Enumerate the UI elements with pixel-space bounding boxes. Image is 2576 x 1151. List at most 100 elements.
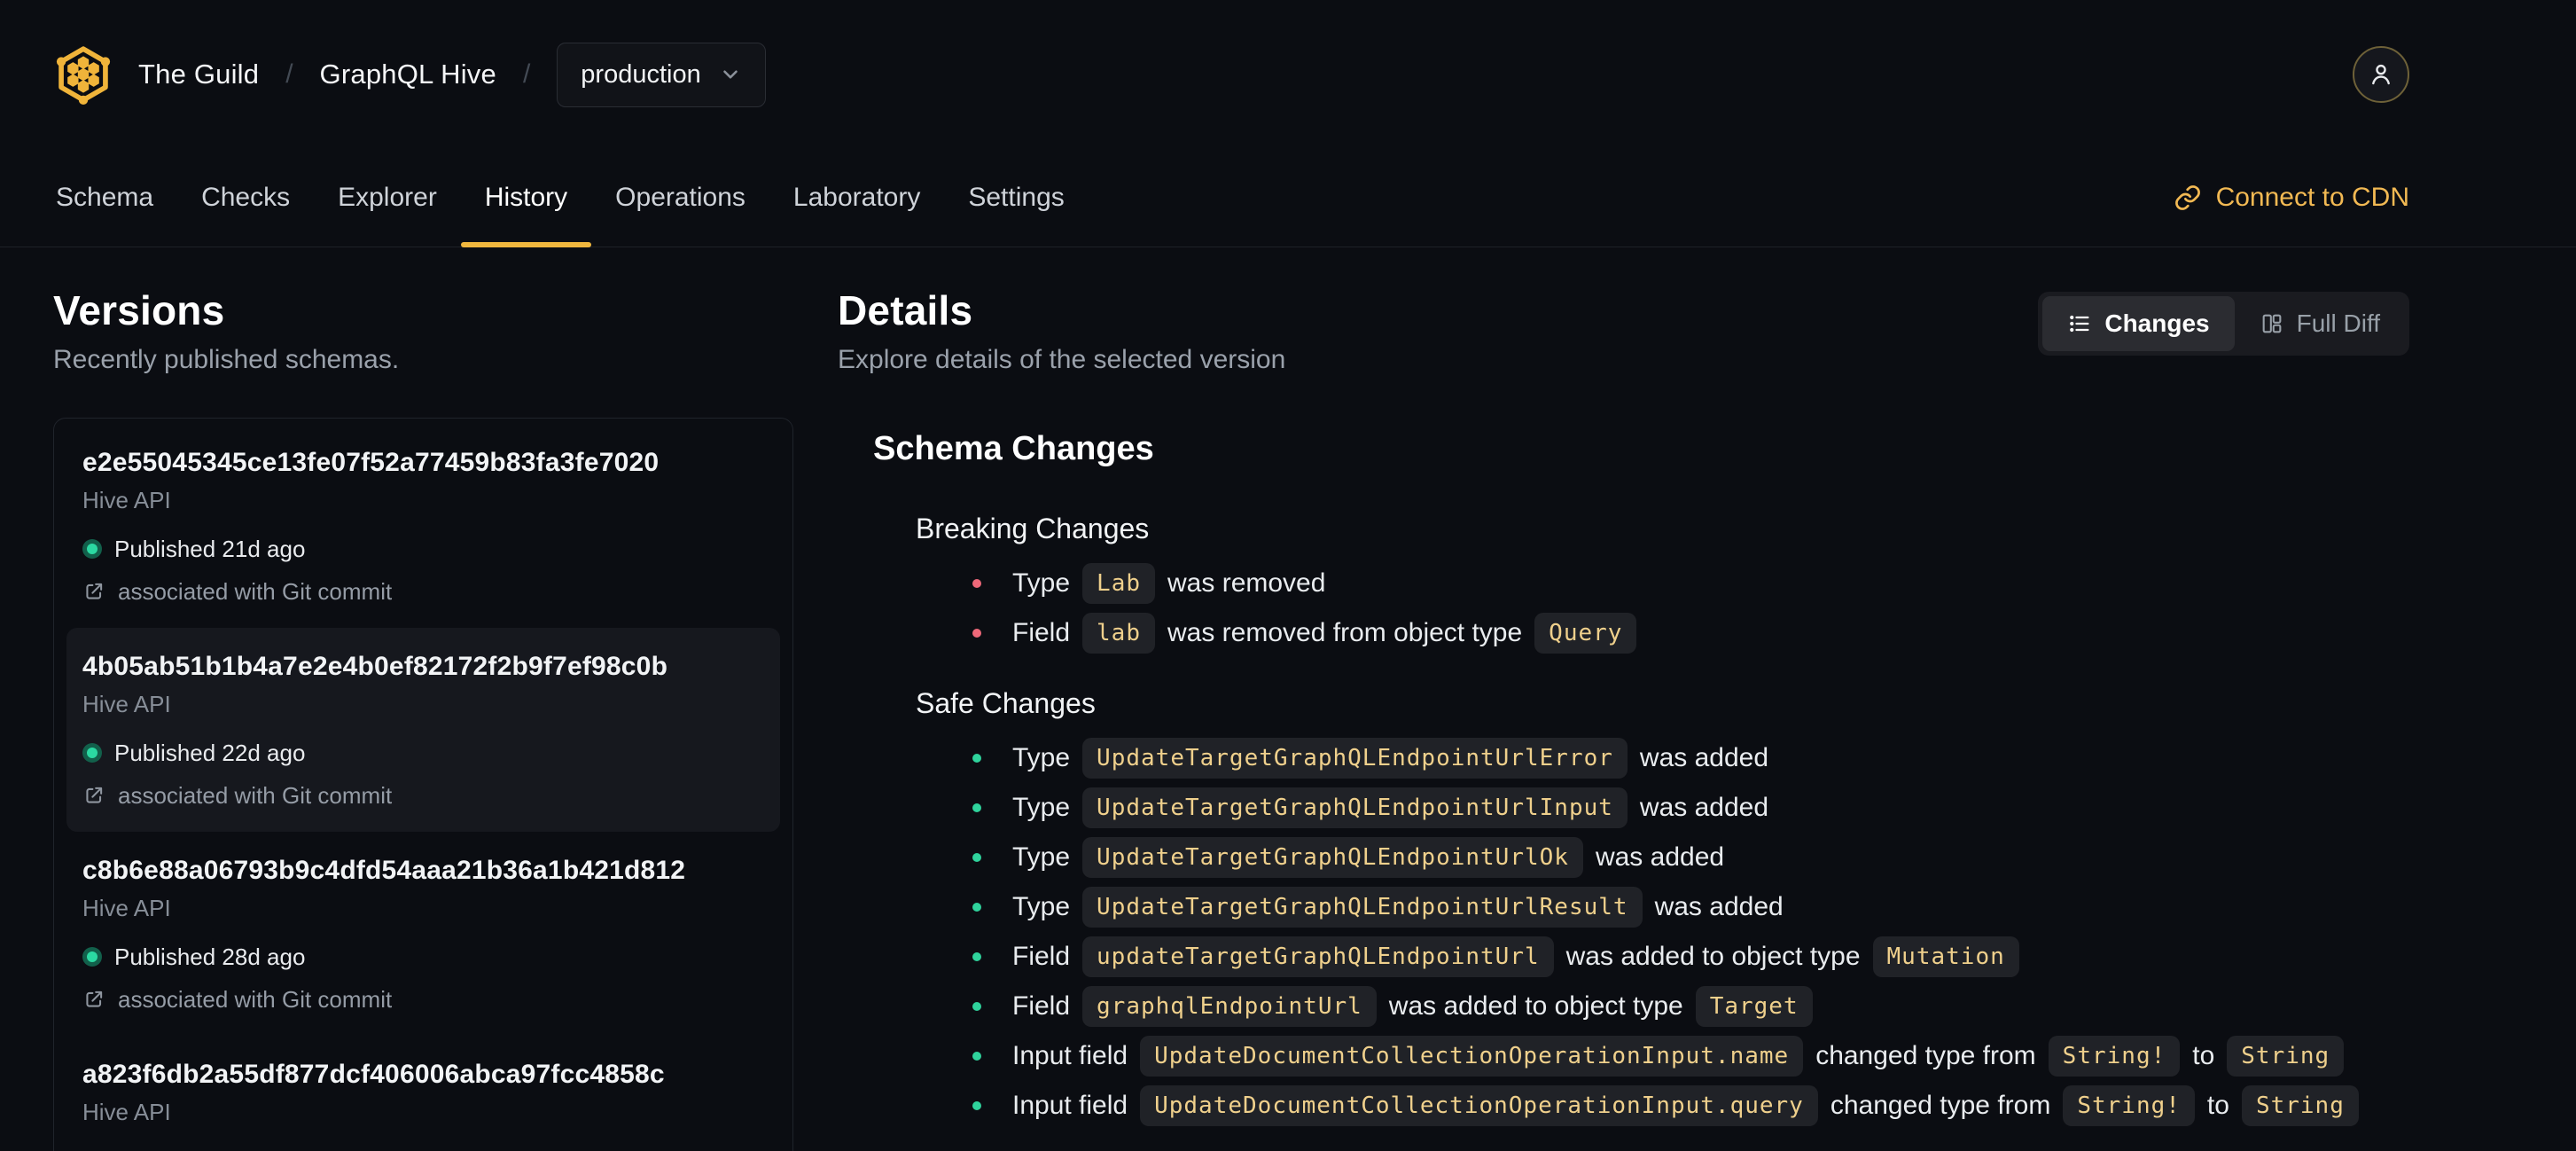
hive-logo-icon [56, 46, 111, 105]
external-link-icon [86, 787, 103, 803]
change-text: Type [1012, 568, 1071, 598]
change-code-chip: UpdateDocumentCollectionOperationInput.n… [1140, 1036, 1804, 1077]
version-item[interactable]: c8b6e88a06793b9c4dfd54aaa21b36a1b421d812… [66, 832, 780, 1036]
change-text: was added to object type [1388, 991, 1683, 1021]
external-link-icon [86, 990, 103, 1007]
tab-history[interactable]: History [460, 149, 592, 247]
versions-subtitle: Recently published schemas. [53, 345, 400, 374]
change-code-chip: updateTargetGraphQLEndpointUrl [1082, 936, 1554, 977]
breadcrumb: The Guild / GraphQL Hive / [138, 59, 530, 90]
changes-view-button[interactable]: Changes [2042, 296, 2235, 351]
change-text: Type [1012, 793, 1071, 822]
change-code-chip: graphqlEndpointUrl [1082, 986, 1377, 1027]
change-code-chip: Lab [1082, 563, 1156, 604]
bullet-dot-icon [972, 1052, 981, 1061]
version-published-row: Published 21d ago [82, 536, 764, 562]
tab-label: Operations [615, 183, 745, 212]
tab-explorer[interactable]: Explorer [314, 149, 461, 247]
version-service: Hive API [82, 487, 171, 513]
tab-settings[interactable]: Settings [944, 149, 1088, 247]
schema-change-row: Input field UpdateDocumentCollectionOpera… [873, 1085, 2409, 1126]
main-content: Versions Recently published schemas. e2e… [0, 247, 2576, 1151]
change-text: was added to object type [1565, 942, 1861, 971]
change-code-chip: UpdateTargetGraphQLEndpointUrlError [1082, 738, 1628, 779]
change-text: Type [1012, 892, 1071, 921]
change-text: was removed from object type [1167, 618, 1523, 647]
change-code-chip: UpdateTargetGraphQLEndpointUrlInput [1082, 787, 1628, 828]
bullet-dot-icon [972, 803, 981, 812]
version-hash: 4b05ab51b1b4a7e2e4b0ef82172f2b9f7ef98c0b [82, 652, 668, 681]
full-diff-view-button[interactable]: Full Diff [2235, 296, 2405, 351]
schema-change-text: Field updateTargetGraphQLEndpointUrl was a… [1006, 936, 2026, 977]
schema-change-row: Field lab was removed from object type Quer… [873, 613, 2409, 654]
change-code-chip: String [2227, 1036, 2345, 1077]
change-code-chip: UpdateTargetGraphQLEndpointUrlOk [1082, 837, 1583, 878]
version-git-row[interactable]: associated with Git commit [82, 986, 764, 1013]
schema-change-row: Field updateTargetGraphQLEndpointUrl was a… [873, 936, 2409, 977]
version-git-row[interactable]: associated with Git commit [82, 782, 764, 809]
user-avatar-button[interactable] [2353, 46, 2409, 103]
breaking-changes-list: Type Lab was removed Field lab was removed f… [873, 563, 2409, 654]
schema-change-row: Type UpdateTargetGraphQLEndpointUrlResult… [873, 887, 2409, 928]
version-published: Published 40d ago [114, 1147, 305, 1151]
schema-change-row: Input field UpdateDocumentCollectionOpera… [873, 1036, 2409, 1077]
tab-laboratory[interactable]: Laboratory [769, 149, 944, 247]
published-dot-icon [82, 743, 102, 763]
version-published-row: Published 22d ago [82, 740, 764, 766]
nav-tabs: Schema Checks Explorer History Operation… [32, 149, 1089, 247]
tab-checks[interactable]: Checks [177, 149, 314, 247]
breadcrumb-separator: / [285, 59, 293, 89]
version-item[interactable]: e2e55045345ce13fe07f52a77459b83fa3fe7020… [66, 424, 780, 628]
change-text: was removed [1167, 568, 1326, 598]
bullet-dot-icon [972, 754, 981, 763]
version-git-row[interactable]: associated with Git commit [82, 578, 764, 605]
schema-change-text: Field graphqlEndpointUrl was added to obje… [1006, 986, 1819, 1027]
tab-schema[interactable]: Schema [32, 149, 177, 247]
tab-operations[interactable]: Operations [591, 149, 769, 247]
tab-label: Checks [201, 183, 291, 212]
version-hash: e2e55045345ce13fe07f52a77459b83fa3fe7020 [82, 448, 660, 477]
breadcrumb-org[interactable]: The Guild [138, 59, 259, 90]
tab-label: Laboratory [792, 183, 921, 212]
app-header: The Guild / GraphQL Hive / production [0, 0, 2576, 149]
version-published: Published 28d ago [114, 944, 306, 970]
version-item[interactable]: a823f6db2a55df877dcf406006abca97fcc4858c… [66, 1036, 780, 1151]
change-code-chip: Query [1534, 613, 1637, 654]
change-text: to [2206, 1091, 2229, 1120]
change-text: Type [1012, 743, 1071, 772]
schema-change-row: Type Lab was removed [873, 563, 2409, 604]
bullet-dot-icon [972, 629, 981, 638]
chevron-down-icon [722, 70, 738, 79]
schema-change-row: Type UpdateTargetGraphQLEndpointUrlOk was … [873, 837, 2409, 878]
schema-change-text: Input field UpdateDocumentCollectionOpera… [1006, 1036, 2350, 1077]
change-code-chip: String! [2048, 1036, 2181, 1077]
schema-change-text: Input field UpdateDocumentCollectionOpera… [1006, 1085, 2365, 1126]
environment-selector[interactable]: production [557, 42, 766, 107]
breadcrumb-project[interactable]: GraphQL Hive [320, 59, 496, 90]
version-git-association: associated with Git commit [118, 578, 393, 605]
change-text: changed type from [1830, 1091, 2051, 1120]
change-text: Input field [1012, 1041, 1128, 1070]
bullet-dot-icon [972, 1101, 981, 1110]
schema-change-text: Type UpdateTargetGraphQLEndpointUrlOk was … [1006, 837, 1730, 878]
change-code-chip: lab [1082, 613, 1155, 654]
environment-selector-value: production [581, 59, 701, 89]
tab-label: Settings [968, 183, 1065, 212]
version-git-association: associated with Git commit [118, 782, 393, 809]
connect-to-cdn-label: Connect to CDN [2215, 183, 2409, 212]
versions-list: e2e55045345ce13fe07f52a77459b83fa3fe7020… [53, 418, 793, 1151]
connect-to-cdn-button[interactable]: Connect to CDN [2174, 149, 2409, 247]
change-text: changed type from [1815, 1041, 2036, 1070]
version-item[interactable]: 4b05ab51b1b4a7e2e4b0ef82172f2b9f7ef98c0b… [66, 628, 780, 832]
graphql-hive-page: The Guild / GraphQL Hive / production Sc… [0, 0, 2576, 1151]
schema-change-row: Field graphqlEndpointUrl was added to obje… [873, 986, 2409, 1027]
breaking-changes-title: Breaking Changes [916, 513, 1150, 544]
view-toggle: Changes Full Diff [2038, 292, 2409, 356]
schema-change-text: Type UpdateTargetGraphQLEndpointUrlResult… [1006, 887, 1790, 928]
version-hash: a823f6db2a55df877dcf406006abca97fcc4858c [82, 1060, 665, 1089]
change-text: was added [1639, 793, 1769, 822]
version-service: Hive API [82, 1099, 171, 1125]
tab-label: History [484, 183, 568, 212]
version-published: Published 22d ago [114, 740, 306, 766]
change-code-chip: Mutation [1872, 936, 2019, 977]
